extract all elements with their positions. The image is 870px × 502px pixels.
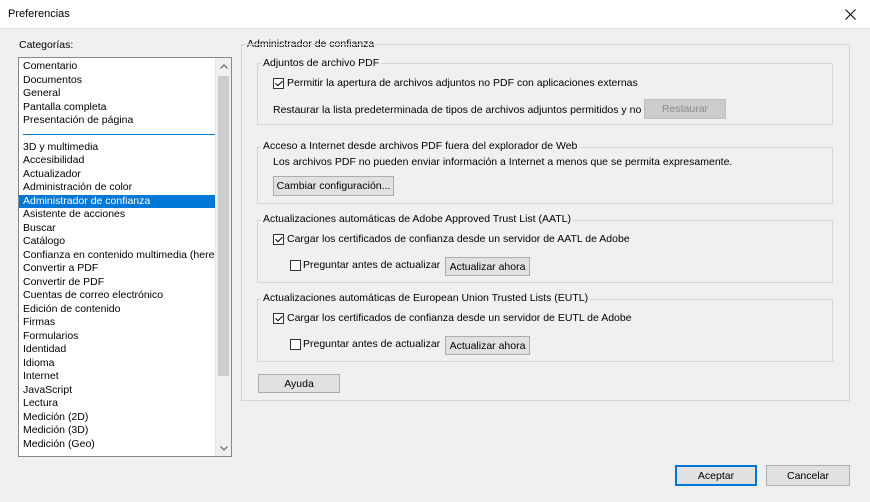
restore-text: Restaurar la lista predeterminada de tip…	[273, 104, 696, 116]
close-button[interactable]	[830, 0, 870, 28]
close-icon	[844, 8, 856, 20]
category-item[interactable]: Formularios	[19, 330, 215, 344]
category-item[interactable]: Confianza en contenido multimedia (hered…	[19, 249, 231, 263]
category-item[interactable]: Administración de color	[19, 181, 215, 195]
chevron-down-icon	[219, 445, 228, 451]
restore-button[interactable]: Restaurar	[644, 99, 726, 119]
category-item[interactable]: Cuentas de correo electrónico	[19, 289, 215, 303]
category-item[interactable]: 3D y multimedia	[19, 141, 215, 155]
internet-text: Los archivos PDF no pueden enviar inform…	[273, 156, 733, 168]
attachments-legend: Adjuntos de archivo PDF	[261, 57, 382, 69]
category-item[interactable]: Medición (3D)	[19, 424, 215, 438]
category-item[interactable]: Presentación de página	[19, 114, 215, 128]
aatl-group	[257, 220, 833, 283]
categories-label: Categorías:	[19, 39, 74, 51]
category-item[interactable]: Idioma	[19, 357, 215, 371]
internet-legend: Acceso a Internet desde archivos PDF fue…	[261, 140, 580, 152]
category-item[interactable]: Lectura	[19, 397, 215, 411]
aatl-ask-checkbox[interactable]	[290, 260, 301, 271]
category-item[interactable]: Firmas	[19, 316, 215, 330]
eutl-group	[257, 299, 833, 362]
cancel-button[interactable]: Cancelar	[766, 465, 850, 486]
eutl-update-button[interactable]: Actualizar ahora	[445, 336, 530, 355]
category-item[interactable]: JavaScript	[19, 384, 215, 398]
category-item[interactable]: Documentos	[19, 74, 215, 88]
title-bar: Preferencias	[0, 0, 870, 29]
category-item[interactable]: Buscar	[19, 222, 215, 236]
aatl-update-button[interactable]: Actualizar ahora	[445, 257, 530, 276]
categories-list[interactable]: Comentario Documentos General Pantalla comp…	[18, 57, 232, 457]
category-item[interactable]: Edición de contenido	[19, 303, 215, 317]
category-item[interactable]: Pantalla completa	[19, 101, 215, 115]
category-item[interactable]: Administrador de confianza	[19, 194, 215, 208]
category-item[interactable]: Medición (Geo)	[19, 438, 215, 452]
window-title: Preferencias	[8, 8, 70, 20]
aatl-legend: Actualizaciones automáticas de Adobe App…	[261, 213, 573, 225]
change-settings-button[interactable]: Cambiar configuración...	[273, 176, 394, 196]
category-item[interactable]: Medición (2D)	[19, 411, 215, 425]
aatl-load-checkbox[interactable]	[273, 234, 284, 245]
list-separator	[23, 133, 215, 135]
category-item[interactable]: Internet	[19, 370, 215, 384]
category-item[interactable]: Convertir a PDF	[19, 262, 215, 276]
aatl-load-label: Cargar los certificados de confianza des…	[287, 233, 630, 245]
eutl-load-label: Cargar los certificados de confianza des…	[287, 312, 632, 324]
category-item[interactable]: General	[19, 87, 215, 101]
category-item[interactable]: Convertir de PDF	[19, 276, 215, 290]
category-item[interactable]: Comentario	[19, 60, 215, 74]
ok-button[interactable]: Aceptar	[675, 465, 757, 486]
aatl-ask-label: Preguntar antes de actualizar	[303, 259, 441, 271]
category-item[interactable]: Accesibilidad	[19, 154, 215, 168]
help-button[interactable]: Ayuda	[258, 374, 340, 393]
category-item[interactable]: Catálogo	[19, 235, 215, 249]
category-item[interactable]: Identidad	[19, 343, 215, 357]
scroll-up-button[interactable]	[216, 58, 231, 74]
scroll-thumb[interactable]	[218, 76, 229, 376]
allow-attachments-checkbox[interactable]	[273, 78, 284, 89]
categories-scrollbar[interactable]	[215, 58, 231, 456]
allow-attachments-label: Permitir la apertura de archivos adjunto…	[287, 77, 638, 89]
eutl-legend: Actualizaciones automáticas de European …	[261, 292, 591, 304]
category-item[interactable]: Asistente de acciones	[19, 208, 215, 222]
eutl-ask-label: Preguntar antes de actualizar	[303, 338, 441, 350]
eutl-load-checkbox[interactable]	[273, 313, 284, 324]
eutl-ask-checkbox[interactable]	[290, 339, 301, 350]
scroll-down-button[interactable]	[216, 440, 231, 456]
category-item[interactable]: Actualizador	[19, 168, 215, 182]
chevron-up-icon	[219, 63, 228, 69]
